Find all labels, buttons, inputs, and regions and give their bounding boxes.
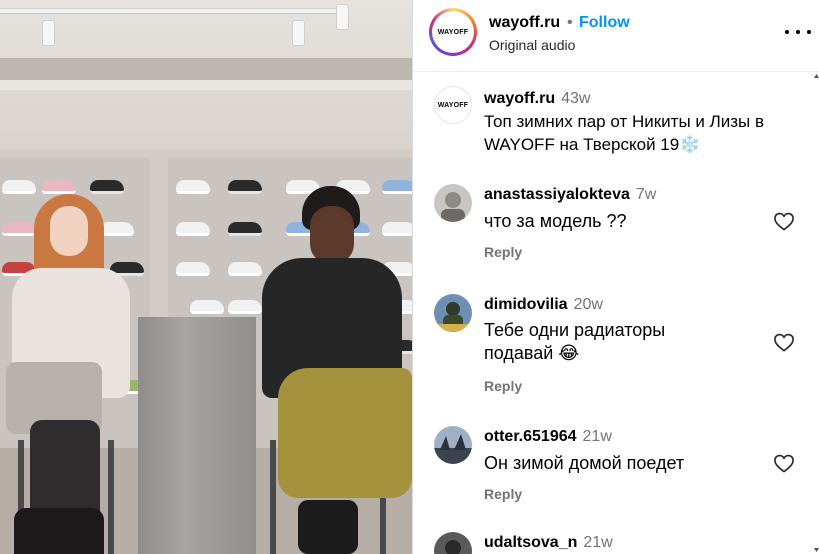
media-sneaker xyxy=(190,300,224,314)
post-caption: WAYOFF wayoff.ru 43w Топ зимних пар от Ни… xyxy=(413,72,819,168)
comment-time: 21w xyxy=(582,428,612,445)
audio-link[interactable]: Original audio xyxy=(489,37,575,53)
media-person-pants xyxy=(278,368,412,498)
post-header: WAYOFF wayoff.ru • Follow Original audio xyxy=(413,0,819,72)
separator-dot: • xyxy=(567,14,573,31)
more-dot xyxy=(785,30,789,34)
caption-line: WAYOFF на Тверской 19❄️ xyxy=(484,135,701,154)
media-sneaker xyxy=(228,300,262,314)
media-sneaker xyxy=(2,180,36,194)
comments-list[interactable]: WAYOFF wayoff.ru 43w Топ зимних пар от Ни… xyxy=(413,72,819,554)
comment-text: Тебе одни радиаторы подавай 😂 xyxy=(484,320,666,363)
post-media[interactable] xyxy=(0,0,412,554)
comment-time: 21w xyxy=(583,534,613,551)
post-side-panel: WAYOFF wayoff.ru • Follow Original audio… xyxy=(412,0,819,554)
profile-avatar: WAYOFF xyxy=(432,11,474,53)
comment-text: Он зимой домой поедет xyxy=(484,453,685,473)
reply-button[interactable]: Reply xyxy=(484,378,522,394)
media-ceiling-band xyxy=(0,58,412,80)
wayoff-logo[interactable]: WAYOFF xyxy=(434,86,472,124)
wayoff-logo: WAYOFF xyxy=(434,13,472,51)
post-username[interactable]: wayoff.ru xyxy=(489,14,560,32)
comment-avatar[interactable] xyxy=(434,532,472,554)
media-stool xyxy=(270,440,276,554)
comments-scrollbar[interactable] xyxy=(813,72,819,554)
more-dot xyxy=(807,30,811,34)
media-light-rail xyxy=(0,8,340,14)
caption-text: Топ зимних пар от Никиты и Лизы в WAYOFF… xyxy=(484,110,794,156)
comment-username[interactable]: udaltsova_n xyxy=(484,534,577,551)
avatar-photo-icon xyxy=(434,294,472,332)
reply-button[interactable]: Reply xyxy=(484,244,522,260)
comment-username[interactable]: anastassiyalokteva xyxy=(484,186,630,203)
media-sneaker xyxy=(228,262,262,276)
media-stool xyxy=(108,440,114,554)
media-sneaker xyxy=(100,222,134,236)
media-person-shoes xyxy=(298,500,358,554)
comment-avatar[interactable] xyxy=(434,184,472,222)
profile-avatar-story-ring[interactable]: WAYOFF xyxy=(429,8,477,56)
comment-header: otter.651964 21w xyxy=(484,428,612,446)
caption-header: wayoff.ru 43w xyxy=(484,90,590,108)
caption-time: 43w xyxy=(561,90,591,107)
comment-avatar[interactable] xyxy=(434,294,472,332)
media-person-face xyxy=(50,206,88,256)
media-sneaker xyxy=(176,222,210,236)
more-dot xyxy=(796,30,800,34)
comment-text: что за модель ?? xyxy=(484,211,627,231)
more-options-icon[interactable] xyxy=(785,22,811,42)
media-spotlight xyxy=(336,4,349,30)
media-sneaker xyxy=(382,180,412,194)
comment-header: udaltsova_n 21w xyxy=(484,534,613,552)
like-heart-icon[interactable] xyxy=(773,211,795,231)
media-sneaker xyxy=(90,180,124,194)
media-person-boots xyxy=(14,508,104,554)
comment-username[interactable]: dimidovilia xyxy=(484,296,568,313)
comment-username[interactable]: otter.651964 xyxy=(484,428,577,445)
comment-header: dimidovilia 20w xyxy=(484,296,603,314)
media-sneaker xyxy=(382,222,412,236)
media-spotlight xyxy=(292,20,305,46)
media-sneaker xyxy=(2,222,36,236)
comment-time: 7w xyxy=(635,186,657,203)
comment-time: 20w xyxy=(573,296,603,313)
comment-item: udaltsova_n 21w xyxy=(413,530,819,554)
avatar-photo-icon xyxy=(434,184,472,222)
comment-item: otter.651964 21w Он зимой домой поедет Re… xyxy=(413,422,819,512)
media-ceiling-trim xyxy=(0,80,412,90)
comment-header: anastassiyalokteva 7w xyxy=(484,186,656,204)
comment-item: dimidovilia 20w Тебе одни радиаторы подав… xyxy=(413,290,819,400)
media-sneaker xyxy=(228,180,262,194)
like-heart-icon[interactable] xyxy=(773,332,795,352)
caption-username[interactable]: wayoff.ru xyxy=(484,90,555,107)
like-heart-icon[interactable] xyxy=(773,453,795,473)
comment-item: anastassiyalokteva 7w что за модель ?? Re… xyxy=(413,180,819,270)
follow-button[interactable]: Follow xyxy=(579,14,630,32)
reply-button[interactable]: Reply xyxy=(484,486,522,502)
media-person-face xyxy=(310,206,354,264)
media-sneaker xyxy=(176,262,210,276)
media-sneaker xyxy=(176,180,210,194)
avatar-photo-icon xyxy=(434,426,472,464)
avatar-photo-icon xyxy=(434,532,472,554)
media-concrete-stand xyxy=(138,317,256,554)
media-sneaker xyxy=(42,180,76,194)
comment-avatar[interactable] xyxy=(434,426,472,464)
media-spotlight xyxy=(42,20,55,46)
caption-line: Топ зимних пар от Никиты и Лизы в xyxy=(484,112,765,131)
media-sneaker xyxy=(228,222,262,236)
